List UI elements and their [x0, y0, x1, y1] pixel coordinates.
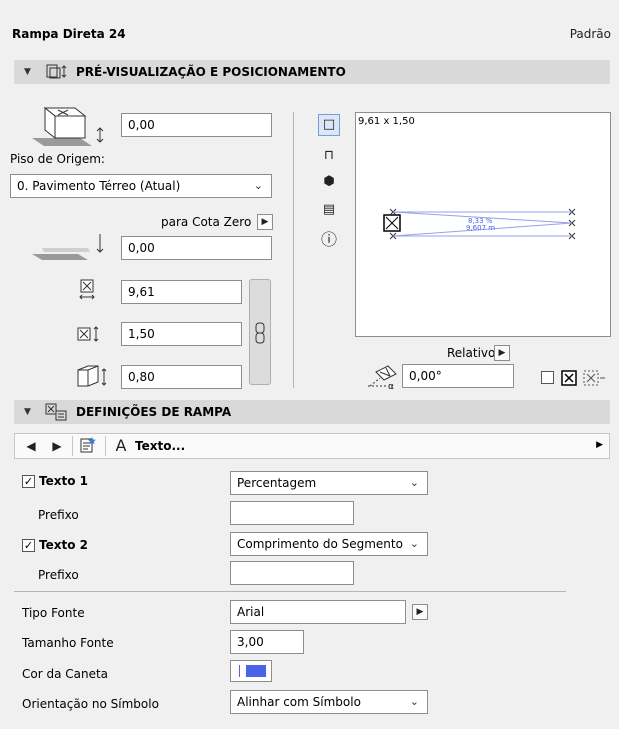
- elevation-view-button[interactable]: ▤: [318, 200, 340, 222]
- text1-checkbox[interactable]: ✓: [22, 475, 35, 488]
- chevron-down-icon: ⌄: [409, 476, 419, 489]
- ramp-section-title: DEFINIÇÕES DE RAMPA: [76, 405, 232, 419]
- offset-input[interactable]: 0,00: [121, 113, 272, 137]
- text2-value: Comprimento do Segmento: [237, 537, 403, 551]
- text-icon: A: [115, 436, 127, 455]
- origin-floor-label: Piso de Origem:: [10, 152, 105, 166]
- pen-marker: [239, 665, 240, 677]
- width-input[interactable]: 1,50: [121, 322, 242, 346]
- toolbar-divider: [72, 436, 73, 456]
- ramp-box-icon: ⊓: [323, 148, 335, 163]
- preview-section-icon: [44, 63, 70, 81]
- orientation-select[interactable]: Alinhar com Símbolo ⌄: [230, 690, 428, 714]
- 3d-view-button[interactable]: ⬢: [318, 172, 340, 194]
- prefix1-label: Prefixo: [38, 508, 79, 522]
- chevron-down-icon: ⌄: [253, 179, 263, 192]
- floorplan-preview-icon: □: [322, 117, 336, 132]
- origin-floor-select[interactable]: 0. Pavimento Térreo (Atual) ⌄: [10, 174, 272, 198]
- prefix1-input[interactable]: [230, 501, 354, 525]
- height-input[interactable]: 0,80: [121, 365, 242, 389]
- mirror-icons[interactable]: [560, 369, 606, 387]
- triangle-down-icon[interactable]: ▼: [24, 407, 31, 417]
- pen-color-swatch: [246, 665, 266, 677]
- column-separator: [293, 112, 294, 388]
- zero-input[interactable]: 0,00: [121, 236, 272, 260]
- text2-checkbox[interactable]: ✓: [22, 539, 35, 552]
- text2-select[interactable]: Comprimento do Segmento ⌄: [230, 532, 428, 556]
- link-chain-icon: [253, 322, 267, 344]
- gear-box-icon: ⬢: [323, 174, 335, 189]
- preview-section-header[interactable]: ▼ PRÉ-VISUALIZAÇÃO E POSICIONAMENTO: [14, 60, 610, 84]
- section-view-button[interactable]: ⊓: [318, 146, 340, 168]
- panel-title: Rampa Direta 24: [12, 27, 126, 41]
- next-icon[interactable]: ▶: [47, 436, 67, 456]
- relative-arrow-button[interactable]: ▶: [494, 345, 510, 361]
- preview-section-title: PRÉ-VISUALIZAÇÃO E POSICIONAMENTO: [76, 65, 346, 79]
- toolbar-expand-arrow-icon[interactable]: ▶: [596, 440, 603, 450]
- angle-input[interactable]: 0,00°: [402, 364, 514, 388]
- standard-label[interactable]: Padrão: [570, 27, 611, 41]
- settings-divider: [14, 591, 566, 592]
- toolbar-text-label[interactable]: Texto...: [135, 439, 185, 453]
- pen-color-picker[interactable]: [230, 660, 272, 682]
- orientation-value: Alinhar com Símbolo: [237, 695, 361, 709]
- text1-select[interactable]: Percentagem ⌄: [230, 471, 428, 495]
- length-input[interactable]: 9,61: [121, 280, 242, 304]
- height-icon: [76, 364, 110, 388]
- font-type-arrow-button[interactable]: ▶: [412, 604, 428, 620]
- orientation-label: Orientação no Símbolo: [22, 697, 159, 711]
- text1-value: Percentagem: [237, 476, 317, 490]
- width-icon: [76, 324, 102, 344]
- favorite-icon[interactable]: [79, 436, 99, 456]
- relative-label: Relativo: [447, 346, 496, 360]
- triangle-down-icon[interactable]: ▼: [24, 67, 31, 77]
- prefix2-input[interactable]: [230, 561, 354, 585]
- length-icon: [78, 279, 98, 301]
- ramp-section-header[interactable]: ▼ DEFINIÇÕES DE RAMPA: [14, 400, 610, 424]
- font-size-input[interactable]: 3,00: [230, 630, 304, 654]
- chevron-down-icon: ⌄: [409, 537, 419, 550]
- link-toggle-button[interactable]: [249, 279, 271, 385]
- font-type-label: Tipo Fonte: [22, 606, 85, 620]
- prev-icon[interactable]: ◀: [21, 436, 41, 456]
- pen-color-label: Cor da Caneta: [22, 667, 109, 681]
- info-icon: ⓘ: [320, 230, 337, 249]
- text2-label: Texto 2: [39, 538, 88, 552]
- origin-floor-value: 0. Pavimento Térreo (Atual): [17, 179, 181, 193]
- font-type-input[interactable]: Arial: [230, 600, 406, 624]
- to-zero-arrow-button[interactable]: ▶: [257, 214, 273, 230]
- floorplan-view-button[interactable]: □: [318, 114, 340, 136]
- text1-label: Texto 1: [39, 474, 88, 488]
- prefix2-label: Prefixo: [38, 568, 79, 582]
- angle-icon: α: [366, 362, 400, 390]
- font-size-label: Tamanho Fonte: [22, 636, 114, 650]
- info-button[interactable]: ⓘ: [318, 230, 340, 252]
- settings-toolbar: ◀ ▶ A Texto... ▶: [14, 433, 610, 459]
- box-offset-icon: [30, 98, 110, 148]
- zero-level-icon: [30, 230, 110, 262]
- toolbar-divider: [105, 436, 106, 456]
- preview-length-text: 9,607 m: [466, 224, 496, 232]
- elevation-icon: ▤: [322, 202, 336, 217]
- to-zero-label: para Cota Zero: [161, 215, 252, 229]
- chevron-down-icon: ⌄: [409, 695, 419, 708]
- ramp-settings-icon: [44, 403, 70, 421]
- preview-canvas[interactable]: 9,61 x 1,50 8,33 % 9,607 m: [355, 112, 611, 337]
- mirror-checkbox[interactable]: [541, 371, 554, 384]
- svg-text:α: α: [388, 382, 394, 390]
